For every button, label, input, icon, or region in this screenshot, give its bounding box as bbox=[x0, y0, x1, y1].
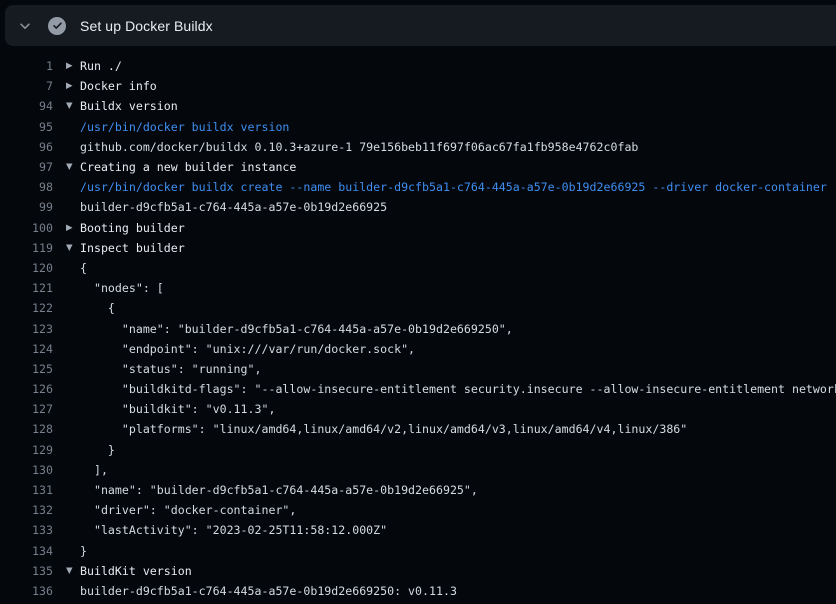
triangle-right-icon[interactable]: ▶ bbox=[53, 81, 80, 91]
triangle-right-icon[interactable]: ▶ bbox=[53, 223, 80, 233]
log-line-row: 122 { bbox=[0, 298, 836, 318]
line-number[interactable]: 133 bbox=[0, 523, 53, 537]
log-line-row: 96 github.com/docker/buildx 0.10.3+azure… bbox=[0, 137, 836, 157]
log-line-row: 134 } bbox=[0, 541, 836, 561]
log-line-row: 98 /usr/bin/docker buildx create --name … bbox=[0, 177, 836, 197]
log-line-text: } bbox=[80, 544, 87, 558]
log-line-text: } bbox=[80, 443, 115, 457]
line-number[interactable]: 121 bbox=[0, 281, 53, 295]
chevron-down-icon[interactable] bbox=[17, 18, 33, 34]
log-line-text: builder-d9cfb5a1-c764-445a-a57e-0b19d2e6… bbox=[80, 200, 387, 214]
log-line-row: 129 } bbox=[0, 440, 836, 460]
log-line-text: /usr/bin/docker buildx version bbox=[80, 120, 289, 134]
log-line-text: "endpoint": "unix:///var/run/docker.sock… bbox=[80, 342, 415, 356]
triangle-right-icon[interactable]: ▶ bbox=[53, 61, 80, 71]
step-title: Set up Docker Buildx bbox=[80, 18, 213, 34]
line-number[interactable]: 126 bbox=[0, 382, 53, 396]
line-number[interactable]: 129 bbox=[0, 443, 53, 457]
log-line-row: 127 "buildkit": "v0.11.3", bbox=[0, 399, 836, 419]
log-line-row: 126 "buildkitd-flags": "--allow-insecure… bbox=[0, 379, 836, 399]
log-line-row: 95 /usr/bin/docker buildx version bbox=[0, 117, 836, 137]
step-header[interactable]: Set up Docker Buildx bbox=[5, 5, 836, 46]
log-line-row: 121 "nodes": [ bbox=[0, 278, 836, 298]
line-number[interactable]: 132 bbox=[0, 503, 53, 517]
log-line-text: "lastActivity": "2023-02-25T11:58:12.000… bbox=[80, 523, 387, 537]
log-line-row[interactable]: 97 ▼ Creating a new builder instance bbox=[0, 157, 836, 177]
log-line-text: "nodes": [ bbox=[80, 281, 164, 295]
log-line-text: github.com/docker/buildx 0.10.3+azure-1 … bbox=[80, 140, 638, 154]
log-line-text: "name": "builder-d9cfb5a1-c764-445a-a57e… bbox=[80, 483, 478, 497]
log-line-row: 131 "name": "builder-d9cfb5a1-c764-445a-… bbox=[0, 480, 836, 500]
line-number[interactable]: 97 bbox=[0, 160, 53, 174]
line-number[interactable]: 100 bbox=[0, 221, 53, 235]
log-line-row[interactable]: 94 ▼ Buildx version bbox=[0, 96, 836, 116]
log-line-row: 123 "name": "builder-d9cfb5a1-c764-445a-… bbox=[0, 318, 836, 338]
log-line-text: Inspect builder bbox=[80, 241, 185, 255]
line-number[interactable]: 134 bbox=[0, 544, 53, 558]
triangle-down-icon[interactable]: ▼ bbox=[53, 101, 80, 111]
line-number[interactable]: 122 bbox=[0, 301, 53, 315]
log-line-text: "name": "builder-d9cfb5a1-c764-445a-a57e… bbox=[80, 322, 513, 336]
line-number[interactable]: 120 bbox=[0, 261, 53, 275]
log-line-row[interactable]: 119 ▼ Inspect builder bbox=[0, 238, 836, 258]
line-number[interactable]: 124 bbox=[0, 342, 53, 356]
line-number[interactable]: 94 bbox=[0, 99, 53, 113]
log-line-row: 136 builder-d9cfb5a1-c764-445a-a57e-0b19… bbox=[0, 581, 836, 601]
line-number[interactable]: 99 bbox=[0, 200, 53, 214]
log-line-row: 128 "platforms": "linux/amd64,linux/amd6… bbox=[0, 419, 836, 439]
log-line-row[interactable]: 1 ▶ Run ./ bbox=[0, 56, 836, 76]
line-number[interactable]: 127 bbox=[0, 402, 53, 416]
line-number[interactable]: 98 bbox=[0, 180, 53, 194]
line-number[interactable]: 135 bbox=[0, 564, 53, 578]
log-line-row: 120 { bbox=[0, 258, 836, 278]
log-line-row[interactable]: 7 ▶ Docker info bbox=[0, 76, 836, 96]
triangle-down-icon[interactable]: ▼ bbox=[53, 566, 80, 576]
check-circle-icon bbox=[48, 17, 66, 35]
log-line-text: "platforms": "linux/amd64,linux/amd64/v2… bbox=[80, 422, 687, 436]
log-line-text: Docker info bbox=[80, 79, 157, 93]
log-line-text: /usr/bin/docker buildx create --name bui… bbox=[80, 180, 827, 194]
triangle-down-icon[interactable]: ▼ bbox=[53, 243, 80, 253]
log-line-text: Booting builder bbox=[80, 221, 185, 235]
line-number[interactable]: 130 bbox=[0, 463, 53, 477]
log-line-text: Buildx version bbox=[80, 99, 178, 113]
log-line-text: { bbox=[80, 261, 87, 275]
line-number[interactable]: 96 bbox=[0, 140, 53, 154]
line-number[interactable]: 131 bbox=[0, 483, 53, 497]
log-line-text: "driver": "docker-container", bbox=[80, 503, 296, 517]
log-line-text: "buildkit": "v0.11.3", bbox=[80, 402, 275, 416]
log-line-row: 125 "status": "running", bbox=[0, 359, 836, 379]
log-line-text: Run ./ bbox=[80, 59, 122, 73]
log-line-text: { bbox=[80, 301, 115, 315]
log-line-text: "buildkitd-flags": "--allow-insecure-ent… bbox=[80, 382, 836, 396]
line-number[interactable]: 119 bbox=[0, 241, 53, 255]
line-number[interactable]: 123 bbox=[0, 322, 53, 336]
log-line-row: 130 ], bbox=[0, 460, 836, 480]
log-line-row: 132 "driver": "docker-container", bbox=[0, 500, 836, 520]
log-line-row: 133 "lastActivity": "2023-02-25T11:58:12… bbox=[0, 520, 836, 540]
log-line-text: BuildKit version bbox=[80, 564, 192, 578]
log-line-text: ], bbox=[80, 463, 108, 477]
line-number[interactable]: 95 bbox=[0, 120, 53, 134]
line-number[interactable]: 125 bbox=[0, 362, 53, 376]
log-line-row: 124 "endpoint": "unix:///var/run/docker.… bbox=[0, 339, 836, 359]
log-line-row: 99 builder-d9cfb5a1-c764-445a-a57e-0b19d… bbox=[0, 197, 836, 217]
line-number[interactable]: 7 bbox=[0, 79, 53, 93]
line-number[interactable]: 136 bbox=[0, 584, 53, 598]
line-number[interactable]: 1 bbox=[0, 59, 53, 73]
line-number[interactable]: 128 bbox=[0, 422, 53, 436]
log-line-text: builder-d9cfb5a1-c764-445a-a57e-0b19d2e6… bbox=[80, 584, 457, 598]
log-line-row[interactable]: 100 ▶ Booting builder bbox=[0, 218, 836, 238]
triangle-down-icon[interactable]: ▼ bbox=[53, 162, 80, 172]
log-lines: 1 ▶ Run ./ 7 ▶ Docker info 94 ▼ Buildx v… bbox=[0, 46, 836, 604]
log-line-text: "status": "running", bbox=[80, 362, 261, 376]
log-line-row[interactable]: 135 ▼ BuildKit version bbox=[0, 561, 836, 581]
log-line-text: Creating a new builder instance bbox=[80, 160, 296, 174]
